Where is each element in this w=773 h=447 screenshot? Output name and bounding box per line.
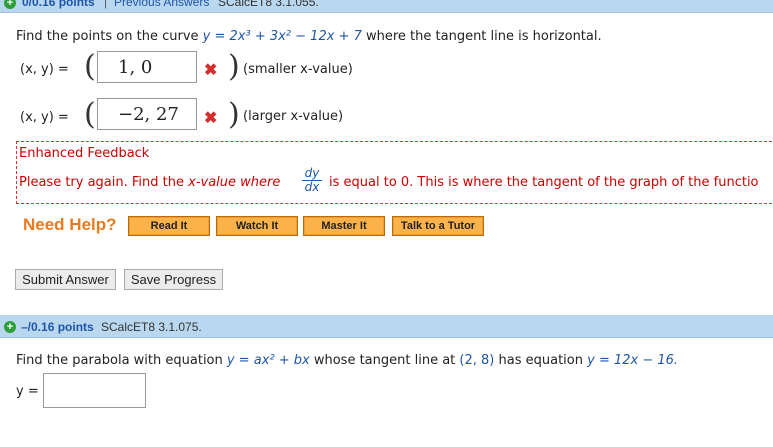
derivative-fraction: dy dx xyxy=(302,167,322,194)
question-prompt: Find the points on the curve y = 2x³ + 3… xyxy=(16,29,602,44)
incorrect-x-icon: ✖ xyxy=(204,110,218,127)
row2-note: (larger x-value) xyxy=(243,109,344,124)
feedback-text-end: is equal to 0. This is where the tangent… xyxy=(329,175,759,190)
read-it-button[interactable]: Read It xyxy=(128,216,210,236)
save-progress-button[interactable]: Save Progress xyxy=(124,269,223,290)
expand-plus-icon[interactable]: + xyxy=(4,0,16,9)
fraction-numerator: dy xyxy=(302,167,322,181)
feedback-xvalue: x-value where xyxy=(188,175,281,190)
watch-it-button[interactable]: Watch It xyxy=(216,216,298,236)
talk-to-tutor-button[interactable]: Talk to a Tutor xyxy=(392,216,484,236)
watch-it-label: Watch It xyxy=(218,218,296,234)
prompt-suffix: where the tangent line is horizontal. xyxy=(365,29,602,44)
prompt-mid2: has equation xyxy=(498,353,583,368)
need-help-label: Need Help? xyxy=(23,215,117,234)
expand-plus-icon[interactable]: + xyxy=(4,321,16,333)
answer-larger-value: −2, 27 xyxy=(118,104,179,125)
next-question-header: + –/0.16 points SCalcET8 3.1.075. xyxy=(0,315,773,338)
prompt-mid: whose tangent line at xyxy=(313,353,456,368)
tangent-point: (2, 8) xyxy=(459,353,495,368)
previous-question-header: + 0/0.16 points | Previous Answers SCalc… xyxy=(0,0,773,13)
question-source: SCalcET8 3.1.055. xyxy=(218,0,319,9)
master-it-button[interactable]: Master It xyxy=(303,216,385,236)
open-paren: ( xyxy=(84,49,96,84)
open-paren: ( xyxy=(84,97,96,132)
curve-equation: y = 2x³ + 3x² − 12x + 7 xyxy=(202,29,362,44)
parabola-answer-field[interactable] xyxy=(43,373,146,408)
feedback-text-a: Please try again. Find the x-value where xyxy=(19,175,280,190)
master-it-label: Master It xyxy=(305,218,383,234)
points-label: 0/0.16 points xyxy=(22,0,95,9)
question2-prompt: Find the parabola with equation y = ax² … xyxy=(16,353,678,368)
question-source: SCalcET8 3.1.075. xyxy=(101,320,202,334)
row2-label: (x, y) = xyxy=(20,110,69,125)
separator: | xyxy=(104,0,108,9)
answer-label: y = xyxy=(16,384,39,399)
previous-answers-link[interactable]: Previous Answers xyxy=(114,0,209,9)
row1-note: (smaller x-value) xyxy=(243,62,353,77)
prompt-prefix: Find the parabola with equation xyxy=(16,353,223,368)
parabola-equation: y = ax² + bx xyxy=(226,353,310,368)
incorrect-x-icon: ✖ xyxy=(204,62,218,79)
points-label: –/0.16 points xyxy=(21,320,94,334)
close-paren: ) xyxy=(228,97,240,132)
row1-label: (x, y) = xyxy=(20,62,69,77)
fraction-denominator: dx xyxy=(304,180,320,194)
submit-answer-button[interactable]: Submit Answer xyxy=(15,269,116,290)
close-paren: ) xyxy=(228,49,240,84)
answer-smaller-value: 1, 0 xyxy=(118,57,153,78)
tangent-equation: y = 12x − 16. xyxy=(587,353,679,368)
talk-to-tutor-label: Talk to a Tutor xyxy=(394,218,482,234)
feedback-text-start: Please try again. Find the xyxy=(19,175,184,190)
prompt-prefix: Find the points on the curve xyxy=(16,29,199,44)
read-it-label: Read It xyxy=(130,218,208,234)
feedback-title: Enhanced Feedback xyxy=(19,146,150,161)
